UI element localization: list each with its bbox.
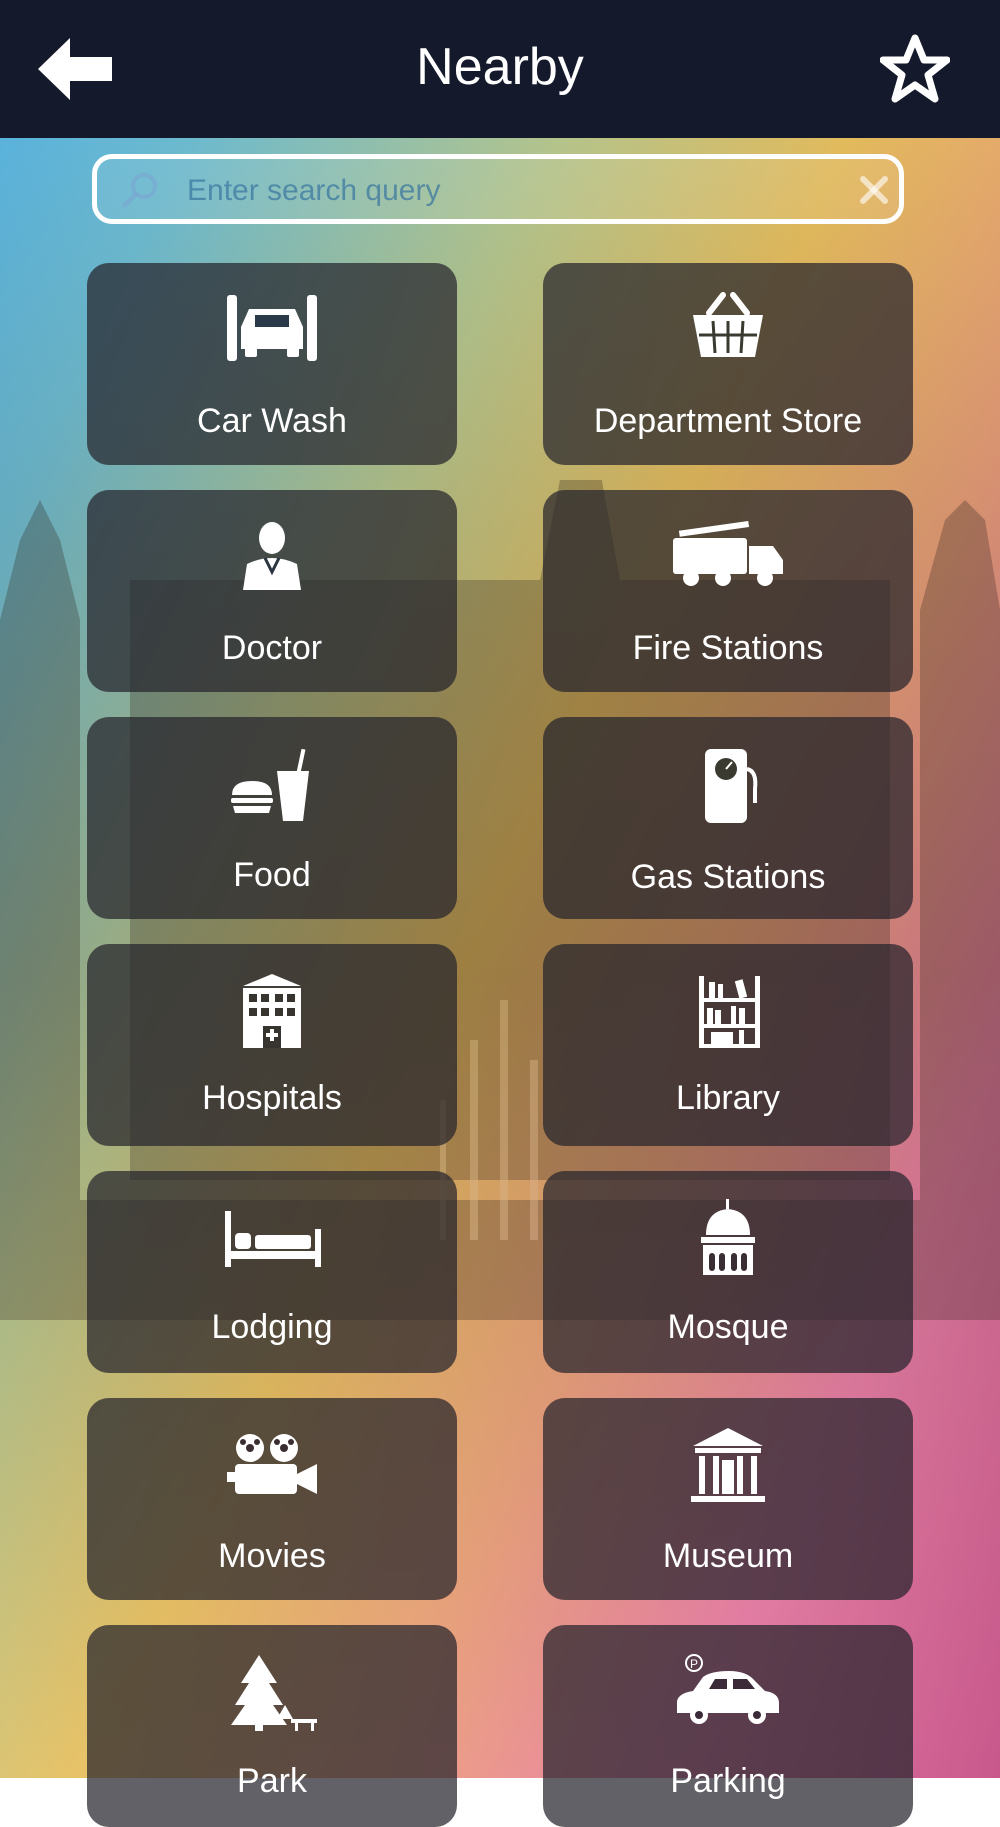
car-wash-icon <box>227 295 317 361</box>
category-tile-parking[interactable]: P Parking <box>543 1625 913 1827</box>
category-tile-lodging[interactable]: Lodging <box>87 1171 457 1373</box>
bookshelf-icon <box>699 976 760 1048</box>
mosque-icon <box>701 1199 755 1275</box>
svg-text:P: P <box>690 1657 698 1671</box>
category-tile-hospitals[interactable]: Hospitals <box>87 944 457 1146</box>
category-label: Park <box>237 1762 307 1800</box>
category-label: Gas Stations <box>630 858 826 896</box>
category-label: Mosque <box>667 1308 789 1346</box>
movie-camera-icon <box>227 1434 317 1494</box>
shopping-basket-icon <box>693 292 763 357</box>
category-tile-movies[interactable]: Movies <box>87 1398 457 1600</box>
parking-car-icon: P <box>677 1654 779 1724</box>
category-label: Movies <box>218 1537 326 1575</box>
search-bar <box>92 154 904 224</box>
category-tile-park[interactable]: Park <box>87 1625 457 1827</box>
hospital-building-icon <box>243 974 301 1048</box>
category-tile-library[interactable]: Library <box>543 944 913 1146</box>
category-tile-gas-stations[interactable]: Gas Stations <box>543 717 913 919</box>
category-tile-department-store[interactable]: Department Store <box>543 263 913 465</box>
bed-icon <box>225 1211 321 1267</box>
category-label: Hospitals <box>202 1079 342 1117</box>
category-label: Library <box>676 1079 780 1117</box>
category-label: Parking <box>670 1762 786 1800</box>
category-label: Car Wash <box>197 402 347 440</box>
category-tile-fire-stations[interactable]: Fire Stations <box>543 490 913 692</box>
category-label: Doctor <box>221 629 323 667</box>
museum-icon <box>691 1428 765 1502</box>
category-tile-doctor[interactable]: Doctor <box>87 490 457 692</box>
park-trees-icon <box>231 1655 317 1731</box>
category-label: Lodging <box>211 1308 333 1346</box>
page-title: Nearby <box>416 38 584 96</box>
category-label: Department Store <box>593 402 863 440</box>
category-label: Food <box>233 856 311 894</box>
category-tile-mosque[interactable]: Mosque <box>543 1171 913 1373</box>
fire-truck-icon <box>673 521 783 586</box>
search-input[interactable] <box>185 165 809 217</box>
magnifier-icon <box>122 173 157 208</box>
doctor-icon <box>243 522 301 590</box>
fast-food-icon <box>231 748 309 821</box>
category-tile-museum[interactable]: Museum <box>543 1398 913 1600</box>
fuel-pump-icon <box>705 749 758 823</box>
star-outline-icon[interactable] <box>880 34 950 104</box>
category-tile-car-wash[interactable]: Car Wash <box>87 263 457 465</box>
category-tile-food[interactable]: Food <box>87 717 457 919</box>
top-navigation-bar: Nearby <box>0 0 1000 138</box>
category-label: Museum <box>662 1537 794 1575</box>
category-label: Fire Stations <box>632 629 824 667</box>
close-icon[interactable] <box>857 173 891 207</box>
